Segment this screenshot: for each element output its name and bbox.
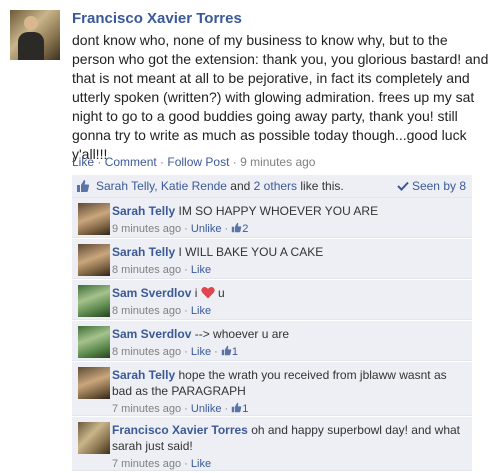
comment-unlike-link[interactable]: Unlike [191,223,222,235]
post-author-avatar[interactable] [10,10,60,60]
comments-list: Sarah Telly IM SO HAPPY WHOEVER YOU ARE … [72,198,472,472]
comment-author[interactable]: Sarah Telly [112,368,175,382]
seen-by-link[interactable]: Seen by 8 [396,175,466,197]
post-comment-link[interactable]: Comment [105,155,157,169]
comment-like-link[interactable]: Like [191,458,211,470]
comment-meta: 9 minutes ago · Unlike · 2 [112,221,466,237]
comment-time[interactable]: 8 minutes ago [112,346,181,358]
comment-item: Francisco Xavier Torres oh and happy sup… [72,417,472,471]
separator: · [221,403,232,415]
post-text: dont know who, none of my business to kn… [72,32,489,162]
comment-item: Sam Sverdlov i u 8 minutes ago · Like [72,280,472,320]
post-author-name[interactable]: Francisco Xavier Torres [72,10,242,27]
separator: · [181,403,191,415]
like-count-value[interactable]: 2 [242,223,248,235]
post-timestamp[interactable]: 9 minutes ago [240,155,315,169]
comment-author[interactable]: Francisco Xavier Torres [112,423,248,437]
separator: · [229,155,241,169]
comment-item: Sarah Telly hope the wrath you received … [72,362,472,416]
commenter-avatar[interactable] [78,422,110,454]
comment-author[interactable]: Sarah Telly [112,245,175,259]
comment-like-link[interactable]: Like [191,346,211,358]
separator: · [181,458,191,470]
commenter-avatar[interactable] [78,203,110,235]
thumbs-up-icon [232,402,242,413]
separator: · [156,155,168,169]
comment-meta: 8 minutes ago · Like · 1 [112,344,466,360]
comment-time[interactable]: 9 minutes ago [112,223,181,235]
post-actions: Like · Comment · Follow Post · 9 minutes… [72,155,315,169]
comment-unlike-link[interactable]: Unlike [191,403,222,415]
comment-author[interactable]: Sam Sverdlov [112,286,191,300]
commenter-avatar[interactable] [78,367,110,399]
thumbs-up-icon [221,345,232,356]
comment-like-count[interactable]: 2 [231,222,248,235]
comment-time[interactable]: 8 minutes ago [112,264,181,276]
comment-like-link[interactable]: Like [191,305,211,317]
comment-author[interactable]: Sam Sverdlov [112,327,191,341]
separator: · [181,346,191,358]
comment-like-count[interactable]: 1 [221,345,238,358]
follow-post-link[interactable]: Follow Post [167,155,229,169]
heart-icon [201,287,215,299]
comment-item: Sam Sverdlov --> whoever u are 8 minutes… [72,321,472,361]
comment-item: Sarah Telly IM SO HAPPY WHOEVER YOU ARE … [72,198,472,238]
commenter-avatar[interactable] [78,326,110,358]
separator: · [221,223,232,235]
comment-meta: 8 minutes ago · Like [112,262,466,278]
separator: · [211,346,221,358]
comment-text: --> whoever u are [194,327,290,341]
likers-names[interactable]: Sarah Telly, Katie Rende [96,179,227,193]
thumbs-up-icon [232,222,242,233]
likes-others-link[interactable]: 2 others [254,179,297,193]
separator: · [181,305,191,317]
likes-text: Sarah Telly, Katie Rende and 2 others li… [96,175,344,197]
comment-text: IM SO HAPPY WHOEVER YOU ARE [178,204,379,218]
comment-like-count[interactable]: 1 [231,402,248,415]
comment-meta: 7 minutes ago · Like [112,456,466,472]
comment-time[interactable]: 7 minutes ago [112,458,181,470]
comment-like-link[interactable]: Like [191,264,211,276]
comment-time[interactable]: 7 minutes ago [112,403,181,415]
separator: · [94,155,105,169]
likes-summary-bar: Sarah Telly, Katie Rende and 2 others li… [72,175,472,198]
comment-text: I WILL BAKE YOU A CAKE [178,245,324,259]
commenter-avatar[interactable] [78,244,110,276]
like-count-value[interactable]: 1 [232,346,238,358]
comment-meta: 7 minutes ago · Unlike · 1 [112,401,466,417]
commenter-avatar[interactable] [78,285,110,317]
separator: · [181,264,191,276]
comment-item: Sarah Telly I WILL BAKE YOU A CAKE 8 min… [72,239,472,279]
likes-and: and [226,179,254,193]
thumbs-up-icon [77,180,90,192]
separator: · [181,223,191,235]
checkmark-icon [396,181,409,191]
likes-suffix: like this. [297,179,344,193]
comment-meta: 8 minutes ago · Like [112,303,466,319]
comment-time[interactable]: 8 minutes ago [112,305,181,317]
seen-by-text[interactable]: Seen by 8 [412,179,466,193]
like-count-value[interactable]: 1 [242,403,248,415]
comment-author[interactable]: Sarah Telly [112,204,175,218]
post-like-link[interactable]: Like [72,155,94,169]
comment-text-after: u [214,286,225,300]
